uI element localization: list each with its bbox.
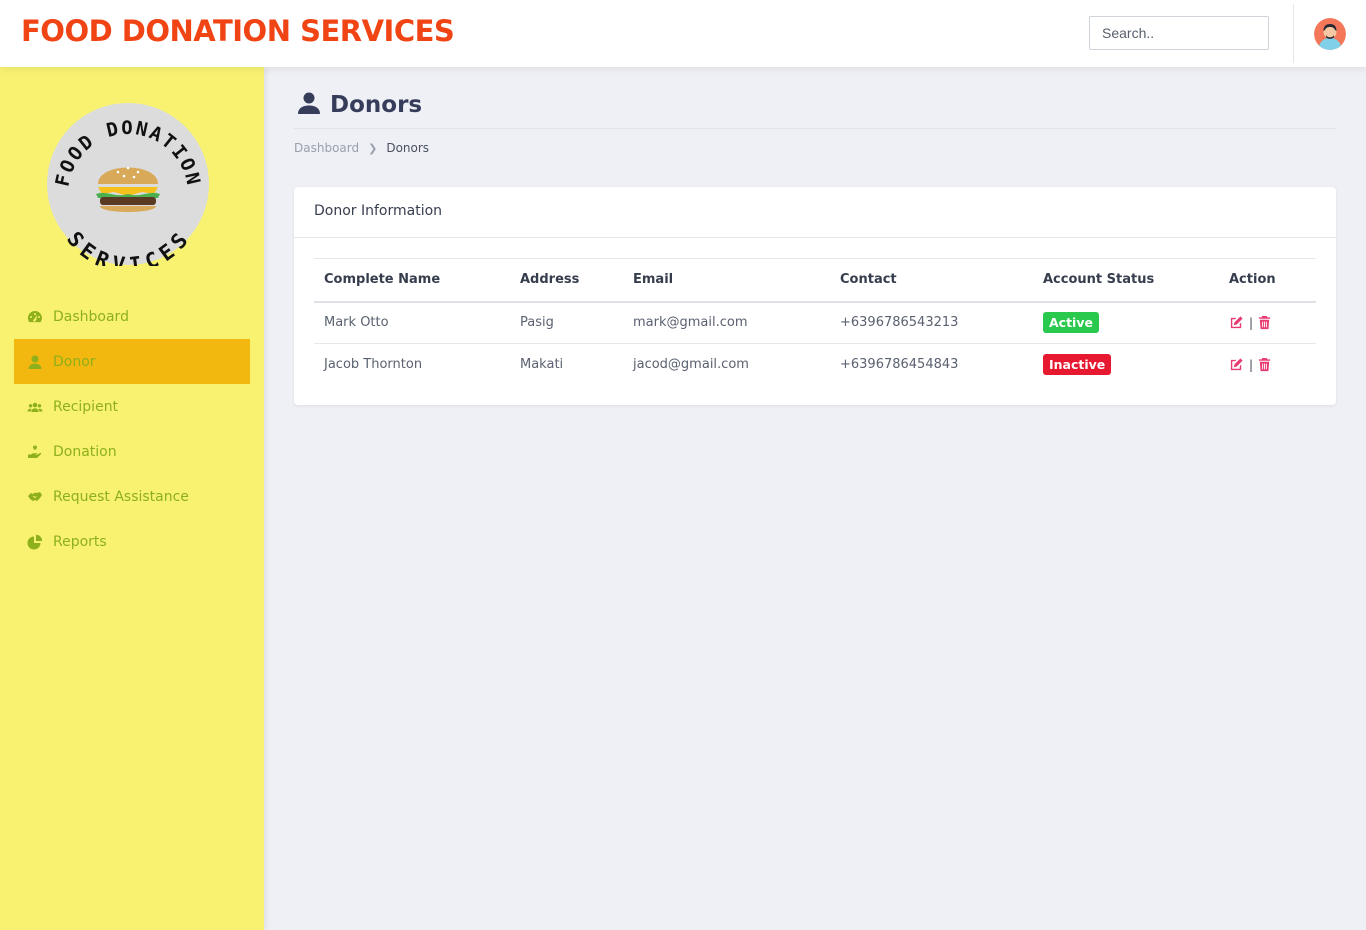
column-header: Address	[510, 258, 623, 303]
sidebar-item-recipient[interactable]: Recipient	[14, 384, 250, 429]
hand-holding-icon	[26, 443, 44, 461]
table-header-row: Complete Name Address Email Contact Acco…	[314, 258, 1316, 303]
sidebar-item-label: Reports	[53, 533, 107, 550]
cell-status: Inactive	[1033, 344, 1219, 386]
sidebar: FOOD DONATION SERVICES Dashboard Donor R…	[0, 67, 264, 930]
sidebar-nav: Dashboard Donor Recipient Donation Reque…	[14, 294, 250, 564]
speedometer-icon	[26, 308, 44, 326]
sidebar-item-label: Donor	[53, 353, 96, 370]
table-row: Mark Otto Pasig mark@gmail.com +63967865…	[314, 301, 1316, 344]
card-title: Donor Information	[294, 187, 1336, 238]
sidebar-item-dashboard[interactable]: Dashboard	[14, 294, 250, 339]
cell-address: Pasig	[510, 301, 623, 344]
trash-icon[interactable]	[1257, 357, 1273, 373]
breadcrumb-current: Donors	[386, 141, 430, 155]
table-row: Jacob Thornton Makati jacod@gmail.com +6…	[314, 344, 1316, 386]
sidebar-item-label: Dashboard	[53, 308, 129, 325]
chevron-right-icon: ❯	[368, 141, 378, 155]
status-badge: Active	[1043, 312, 1099, 334]
app-title[interactable]: FOOD DONATION SERVICES	[21, 14, 455, 48]
cell-name: Mark Otto	[314, 301, 510, 344]
row-actions: |	[1229, 315, 1306, 331]
status-badge: Inactive	[1043, 354, 1112, 376]
column-header: Action	[1219, 258, 1316, 303]
cell-name: Jacob Thornton	[324, 357, 423, 373]
page-header: Donors	[294, 88, 1336, 129]
donor-information-card: Donor Information Complete Name Address …	[294, 187, 1336, 405]
cell-email: mark@gmail.com	[623, 301, 830, 344]
edit-icon[interactable]	[1229, 315, 1245, 331]
sidebar-item-donor[interactable]: Donor	[14, 339, 250, 384]
sidebar-item-label: Recipient	[53, 398, 119, 415]
sidebar-item-label: Request Assistance	[53, 488, 189, 505]
column-header: Complete Name	[314, 258, 510, 303]
column-header: Account Status	[1033, 258, 1219, 303]
user-icon	[26, 353, 44, 371]
pie-chart-icon	[26, 533, 44, 551]
cell-action: |	[1219, 344, 1316, 386]
action-separator: |	[1249, 315, 1254, 330]
search-input[interactable]	[1089, 16, 1269, 50]
brand-logo[interactable]: FOOD DONATION SERVICES	[46, 102, 210, 277]
breadcrumb-dashboard-link[interactable]: Dashboard	[294, 141, 359, 155]
header-divider	[1293, 4, 1294, 63]
users-icon	[26, 398, 44, 416]
donor-table: Complete Name Address Email Contact Acco…	[314, 258, 1316, 386]
page-title: Donors	[330, 92, 423, 118]
action-separator: |	[1249, 357, 1254, 372]
sidebar-item-reports[interactable]: Reports	[14, 519, 250, 564]
top-bar: FOOD DONATION SERVICES	[0, 0, 1366, 67]
breadcrumb: Dashboard ❯ Donors	[294, 141, 429, 155]
cell-status: Active	[1033, 301, 1219, 344]
cell-action: |	[1219, 301, 1316, 344]
cell-email: jacod@gmail.com	[633, 357, 749, 373]
trash-icon[interactable]	[1257, 315, 1273, 331]
donor-table-wrapper: Complete Name Address Email Contact Acco…	[314, 258, 1316, 386]
column-header: Contact	[830, 258, 1033, 303]
edit-icon[interactable]	[1229, 357, 1245, 373]
sidebar-item-donation[interactable]: Donation	[14, 429, 250, 474]
column-header: Email	[623, 258, 830, 303]
cell-contact: +6396786543213	[830, 301, 1033, 344]
sidebar-item-request-assistance[interactable]: Request Assistance	[14, 474, 250, 519]
user-icon	[297, 91, 321, 115]
cell-address: Makati	[520, 357, 564, 373]
cell-contact: +6396786454843	[840, 357, 959, 373]
avatar[interactable]	[1314, 18, 1346, 50]
handshake-icon	[26, 488, 44, 506]
sidebar-item-label: Donation	[53, 443, 117, 460]
row-actions: |	[1229, 357, 1306, 373]
